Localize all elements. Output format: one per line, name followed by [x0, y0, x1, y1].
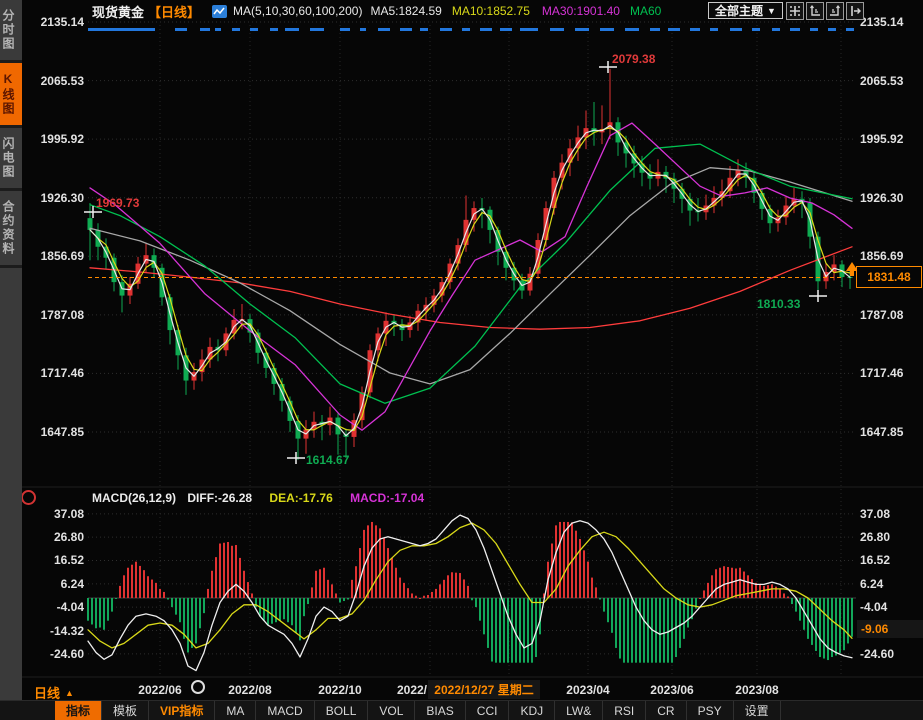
tab-bias[interactable]: BIAS	[415, 701, 465, 720]
cursor-date-tag: 2022/12/27 星期二	[428, 680, 540, 699]
header-toolbar	[786, 2, 864, 20]
ma60-value: MA60	[630, 4, 661, 18]
chevron-down-icon: ▼	[767, 6, 776, 16]
sidebar-item-kline-chart[interactable]: K线图	[0, 63, 22, 128]
tab-psy[interactable]: PSY	[687, 701, 734, 720]
macd-macd-value: MACD:-17.04	[350, 491, 424, 505]
tab-lw[interactable]: LW&	[555, 701, 603, 720]
latest-price-tag: 1831.48	[856, 266, 922, 288]
sidebar-item-lightning-chart[interactable]: 闪电图	[0, 128, 22, 191]
ma30-value: MA30:1901.40	[542, 4, 620, 18]
news-marker-layer	[88, 28, 854, 31]
tab-template[interactable]: 模板	[102, 701, 149, 720]
tab-cci[interactable]: CCI	[466, 701, 510, 720]
tab-indicator[interactable]: 指标	[55, 701, 102, 720]
tab-cr[interactable]: CR	[646, 701, 686, 720]
tab-ma[interactable]: MA	[215, 701, 256, 720]
macd-title: MACD(26,12,9)	[92, 491, 176, 505]
ma10-value: MA10:1852.75	[452, 4, 530, 18]
tab-vip-indicator[interactable]: VIP指标	[149, 701, 215, 720]
tab-boll[interactable]: BOLL	[315, 701, 369, 720]
period-tag: 【日线】	[148, 2, 200, 21]
axis-scale-right-icon[interactable]	[826, 2, 844, 20]
ma-lines-layer	[90, 123, 852, 436]
sidebar-item-contract-info[interactable]: 合约资料	[0, 191, 22, 268]
macd-legend: MACD(26,12,9) DIFF:-26.28 DEA:-17.76 MAC…	[92, 491, 424, 505]
macd-diff-value: DIFF:-26.28	[187, 491, 252, 505]
symbol-name: 现货黄金	[92, 2, 144, 21]
cursor-macd-value-tag: -9.06	[857, 620, 923, 638]
tab-settings[interactable]: 设置	[734, 701, 781, 720]
sidebar-item-time-chart[interactable]: 分时图	[0, 0, 22, 63]
macd-lines-layer	[88, 515, 852, 671]
left-sidebar: 分时图 K线图 闪电图 合约资料	[0, 0, 22, 700]
chart-icon	[212, 5, 227, 18]
indicator-toolbar: 指标 模板 VIP指标 MA MACD BOLL VOL BIAS CCI KD…	[0, 700, 923, 720]
macd-dea-value: DEA:-17.76	[269, 491, 332, 505]
macd-panel-marker-icon[interactable]	[21, 490, 36, 505]
ma5-value: MA5:1824.59	[370, 4, 441, 18]
tab-rsi[interactable]: RSI	[603, 701, 646, 720]
triangle-up-icon: ▲	[65, 688, 74, 698]
timeline-event-marker[interactable]	[191, 680, 205, 694]
shift-right-icon[interactable]	[846, 2, 864, 20]
tab-macd[interactable]: MACD	[256, 701, 314, 720]
tab-kdj[interactable]: KDJ	[509, 701, 555, 720]
tab-vol[interactable]: VOL	[368, 701, 415, 720]
chart-canvas[interactable]	[0, 0, 923, 720]
ma-group-label: MA(5,10,30,60,100,200)	[233, 4, 362, 18]
grid-layer	[22, 22, 923, 677]
macd-histogram-layer	[87, 522, 853, 663]
axis-scale-left-icon[interactable]	[806, 2, 824, 20]
pan-move-icon[interactable]	[786, 2, 804, 20]
theme-dropdown-button[interactable]: 全部主题▼	[708, 2, 783, 19]
